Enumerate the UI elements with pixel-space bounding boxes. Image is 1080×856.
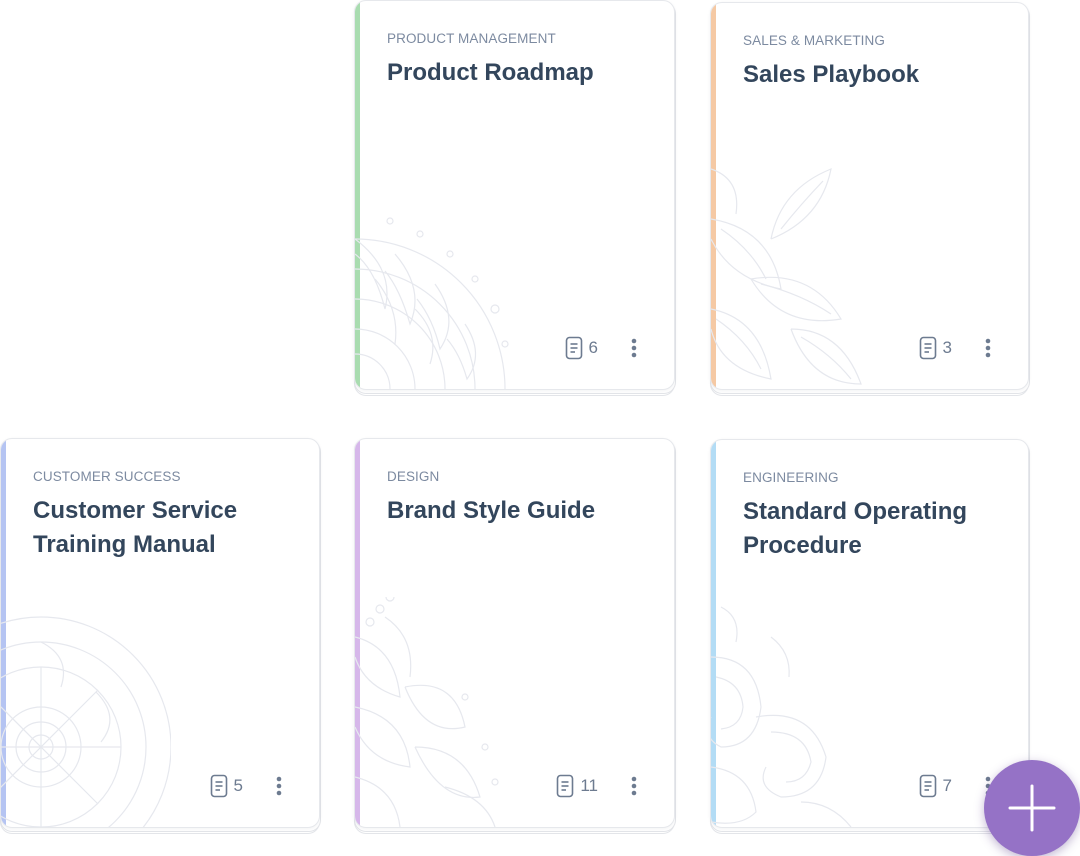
document-icon — [565, 336, 582, 360]
plus-icon — [1008, 784, 1056, 832]
book-footer: 11 — [556, 773, 674, 799]
book-footer: 3 — [919, 335, 1028, 361]
book-title: Product Roadmap — [387, 59, 594, 86]
mandala-decoration — [1, 616, 171, 827]
book-card-customer-service-training-manual[interactable]: CUSTOMER SUCCESS Customer Service Traini… — [0, 438, 321, 834]
book-card-standard-operating-procedure[interactable]: ENGINEERING Standard Operating Procedure… — [710, 439, 1030, 834]
page-count-value: 3 — [942, 338, 952, 357]
leaf-decoration — [711, 168, 862, 385]
book-title: Standard Operating Procedure — [743, 498, 968, 559]
book-card-product-roadmap[interactable]: PRODUCT MANAGEMENT Product Roadmap 6 — [354, 0, 676, 396]
floral-decoration — [355, 597, 499, 827]
paisley-decoration — [711, 606, 852, 827]
more-options-button[interactable] — [976, 336, 1000, 360]
page-count: 3 — [919, 336, 952, 360]
book-cover: CUSTOMER SUCCESS Customer Service Traini… — [0, 438, 320, 828]
more-options-button[interactable] — [622, 336, 646, 360]
document-icon — [919, 336, 936, 360]
page-count-value: 6 — [588, 338, 598, 357]
page-count: 6 — [565, 336, 598, 360]
page-count-value: 11 — [580, 776, 598, 795]
mandala-decoration — [355, 217, 509, 389]
document-icon — [210, 774, 227, 798]
book-title: Sales Playbook — [743, 61, 920, 88]
more-vertical-icon — [631, 776, 637, 796]
page-count: 7 — [919, 774, 952, 798]
more-vertical-icon — [985, 338, 991, 358]
book-footer: 6 — [565, 335, 674, 361]
more-options-button[interactable] — [267, 774, 291, 798]
book-title: Brand Style Guide — [387, 497, 596, 524]
more-vertical-icon — [631, 338, 637, 358]
more-vertical-icon — [276, 776, 282, 796]
more-options-button[interactable] — [622, 774, 646, 798]
book-category: CUSTOMER SUCCESS — [33, 469, 181, 484]
page-count: 5 — [210, 774, 243, 798]
book-title: Customer Service Training Manual — [33, 497, 238, 558]
document-icon — [557, 774, 574, 798]
book-category: SALES & MARKETING — [743, 33, 885, 48]
book-category: ENGINEERING — [743, 470, 839, 485]
book-cover: DESIGN Brand Style Guide 11 — [354, 438, 675, 828]
page-count-value: 5 — [233, 776, 243, 795]
book-card-sales-playbook[interactable]: SALES & MARKETING Sales Playbook 3 — [710, 2, 1030, 396]
book-category: PRODUCT MANAGEMENT — [387, 31, 556, 46]
book-card-brand-style-guide[interactable]: DESIGN Brand Style Guide 11 — [354, 438, 676, 834]
book-cover: PRODUCT MANAGEMENT Product Roadmap 6 — [354, 0, 675, 390]
book-category: DESIGN — [387, 469, 440, 484]
document-icon — [919, 774, 936, 798]
book-cover: SALES & MARKETING Sales Playbook 3 — [710, 2, 1029, 390]
book-cover: ENGINEERING Standard Operating Procedure… — [710, 439, 1029, 828]
add-book-button[interactable] — [984, 760, 1080, 856]
page-count: 11 — [556, 774, 598, 798]
page-count-value: 7 — [942, 776, 952, 795]
book-footer: 5 — [210, 773, 319, 799]
books-grid: PRODUCT MANAGEMENT Product Roadmap 6 SAL… — [0, 0, 1080, 856]
